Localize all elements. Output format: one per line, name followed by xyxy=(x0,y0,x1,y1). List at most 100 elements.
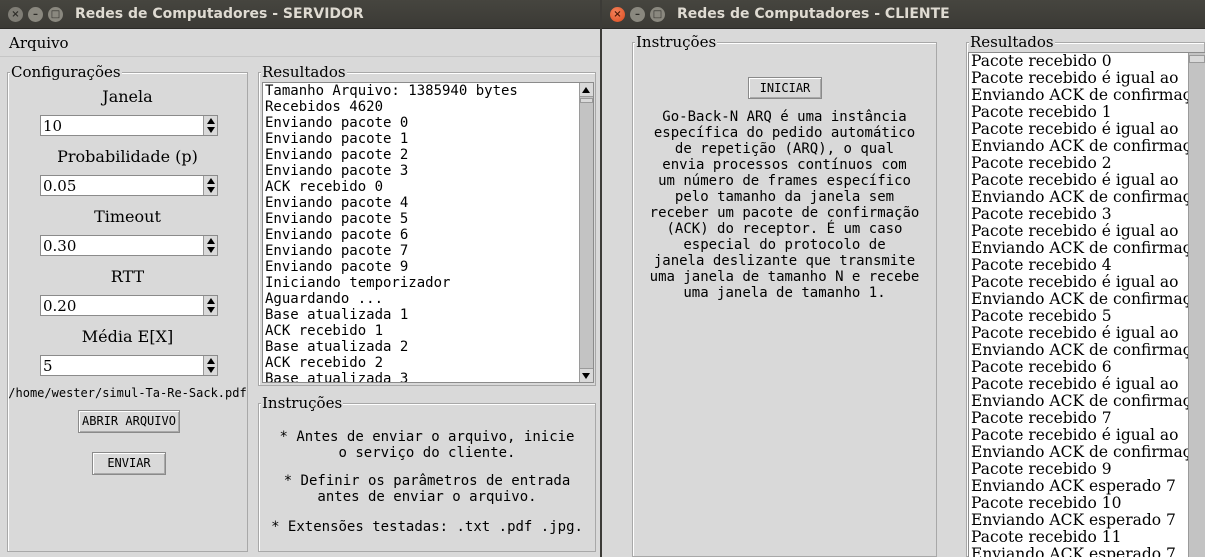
scroll-thumb[interactable] xyxy=(580,98,593,103)
result-line: Enviando pacote 6 xyxy=(265,227,409,243)
spin-arrows[interactable] xyxy=(203,356,217,375)
result-line: Aguardando ... xyxy=(265,291,384,307)
scroll-down-icon[interactable] xyxy=(580,368,593,382)
minimize-icon[interactable]: – xyxy=(630,7,645,22)
server-results-scrollbar[interactable] xyxy=(579,83,593,382)
spin-arrows[interactable] xyxy=(203,296,217,315)
probability-spinbox[interactable]: 0.05 xyxy=(40,175,218,196)
rtt-value: 0.20 xyxy=(43,297,77,315)
menu-arquivo[interactable]: Arquivo xyxy=(9,34,69,52)
result-line: Pacote recebido é igual ao xyxy=(971,375,1179,393)
spin-up-icon[interactable] xyxy=(207,358,215,364)
timeout-spinbox[interactable]: 0.30 xyxy=(40,235,218,256)
server-results-list[interactable]: Tamanho Arquivo: 1385940 bytes Recebidos … xyxy=(262,82,594,383)
spin-up-icon[interactable] xyxy=(207,238,215,244)
mean-label: Média E[X] xyxy=(81,327,174,346)
timeout-label: Timeout xyxy=(94,207,161,226)
server-results-legend: Resultados xyxy=(261,63,347,81)
client-results-lines: Pacote recebido 0 Pacote recebido é igual… xyxy=(971,53,1205,557)
result-line: Enviando pacote 2 xyxy=(265,147,409,163)
result-line: Pacote recebido 6 xyxy=(971,358,1112,376)
spin-down-icon[interactable] xyxy=(207,247,215,253)
spin-down-icon[interactable] xyxy=(207,187,215,193)
window-value: 10 xyxy=(43,117,63,135)
result-line: Pacote recebido 4 xyxy=(971,256,1112,274)
result-line: Pacote recebido 5 xyxy=(971,307,1112,325)
server-results-frame: Resultados Tamanho Arquivo: 1385940 byte… xyxy=(258,64,596,386)
window-spinbox[interactable]: 10 xyxy=(40,115,218,136)
result-line: Enviando pacote 0 xyxy=(265,115,409,131)
result-line: Base atualizada 1 xyxy=(265,307,409,323)
minimize-icon[interactable]: – xyxy=(28,7,43,22)
result-line: Enviando pacote 1 xyxy=(265,131,409,147)
result-line: Pacote recebido 0 xyxy=(971,52,1112,70)
result-line: Enviando ACK esperado 7 xyxy=(971,477,1176,495)
result-line: Pacote recebido 9 xyxy=(971,460,1112,478)
close-icon[interactable]: × xyxy=(610,7,625,22)
scroll-thumb[interactable] xyxy=(1189,55,1205,63)
probability-label: Probabilidade (p) xyxy=(57,147,198,166)
client-instructions-legend: Instruções xyxy=(635,33,718,51)
client-window: × – □ Redes de Computadores - CLIENTE In… xyxy=(602,0,1205,557)
rtt-spinbox[interactable]: 0.20 xyxy=(40,295,218,316)
maximize-icon[interactable]: □ xyxy=(650,7,665,22)
result-line: Pacote recebido é igual ao xyxy=(971,120,1179,138)
result-line: ACK recebido 1 xyxy=(265,323,384,339)
spin-arrows[interactable] xyxy=(203,176,217,195)
result-line: ACK recebido 0 xyxy=(265,179,384,195)
result-line: Enviando ACK de confirmação xyxy=(971,86,1205,104)
window-title: Redes de Computadores - SERVIDOR xyxy=(75,6,364,22)
result-line: Enviando pacote 3 xyxy=(265,163,409,179)
client-titlebar: × – □ Redes de Computadores - CLIENTE xyxy=(602,0,1205,29)
scroll-up-icon[interactable] xyxy=(580,83,593,97)
result-line: Enviando pacote 9 xyxy=(265,259,409,275)
spin-up-icon[interactable] xyxy=(207,118,215,124)
server-titlebar: × – □ Redes de Computadores - SERVIDOR xyxy=(0,0,600,29)
spin-down-icon[interactable] xyxy=(207,127,215,133)
client-results-list[interactable]: Pacote recebido 0 Pacote recebido é igual… xyxy=(968,52,1205,557)
result-line: Enviando ACK de confirmação xyxy=(971,239,1205,257)
result-line: Pacote recebido 1 xyxy=(971,103,1112,121)
spin-down-icon[interactable] xyxy=(207,367,215,373)
result-line: Enviando ACK esperado 7 xyxy=(971,545,1176,557)
result-line: Pacote recebido é igual ao xyxy=(971,222,1179,240)
spin-arrows[interactable] xyxy=(203,236,217,255)
open-file-button[interactable]: ABRIR ARQUIVO xyxy=(78,410,180,433)
result-line: Pacote recebido 7 xyxy=(971,409,1112,427)
result-line: Pacote recebido 2 xyxy=(971,154,1112,172)
spin-up-icon[interactable] xyxy=(207,178,215,184)
server-instructions-legend: Instruções xyxy=(261,394,344,412)
config-frame: Configurações Janela 10 Probabilidade (p… xyxy=(7,64,248,552)
server-instructions-frame: Instruções * Antes de enviar o arquivo, … xyxy=(258,395,596,552)
result-line: Tamanho Arquivo: 1385940 bytes xyxy=(265,83,518,99)
instruction-3: * Extensões testadas: .txt .pdf .jpg. xyxy=(271,519,583,535)
result-line: Recebidos 4620 xyxy=(265,99,384,115)
result-line: Pacote recebido é igual ao xyxy=(971,324,1179,342)
spin-down-icon[interactable] xyxy=(207,307,215,313)
send-button[interactable]: ENVIAR xyxy=(92,452,166,475)
spin-up-icon[interactable] xyxy=(207,298,215,304)
client-instructions-text: Go-Back-N ARQ é uma instância específica… xyxy=(649,109,920,301)
result-line: Enviando ACK de confirmação xyxy=(971,137,1205,155)
server-window: × – □ Redes de Computadores - SERVIDOR A… xyxy=(0,0,600,557)
result-line: Enviando pacote 7 xyxy=(265,243,409,259)
spin-arrows[interactable] xyxy=(203,116,217,135)
result-line: Enviando ACK de confirmação xyxy=(971,290,1205,308)
client-results-frame: Resultados Pacote recebido 0 Pacote receb… xyxy=(966,34,1205,557)
config-legend: Configurações xyxy=(10,63,122,81)
mean-spinbox[interactable]: 5 xyxy=(40,355,218,376)
result-line: ACK recebido 2 xyxy=(265,355,384,371)
result-line: Base atualizada 2 xyxy=(265,339,409,355)
client-results-scrollbar[interactable] xyxy=(1188,53,1205,557)
server-results-lines: Tamanho Arquivo: 1385940 bytes Recebidos … xyxy=(265,83,518,383)
maximize-icon[interactable]: □ xyxy=(48,7,63,22)
client-results-legend: Resultados xyxy=(969,33,1055,51)
result-line: Enviando ACK de confirmação xyxy=(971,341,1205,359)
result-line: Pacote recebido 3 xyxy=(971,205,1112,223)
close-icon[interactable]: × xyxy=(8,7,23,22)
window-title: Redes de Computadores - CLIENTE xyxy=(677,6,950,22)
start-button[interactable]: INICIAR xyxy=(748,77,822,99)
result-line: Enviando ACK esperado 7 xyxy=(971,511,1176,529)
result-line: Base atualizada 3 xyxy=(265,371,409,383)
result-line: Enviando pacote 5 xyxy=(265,211,409,227)
